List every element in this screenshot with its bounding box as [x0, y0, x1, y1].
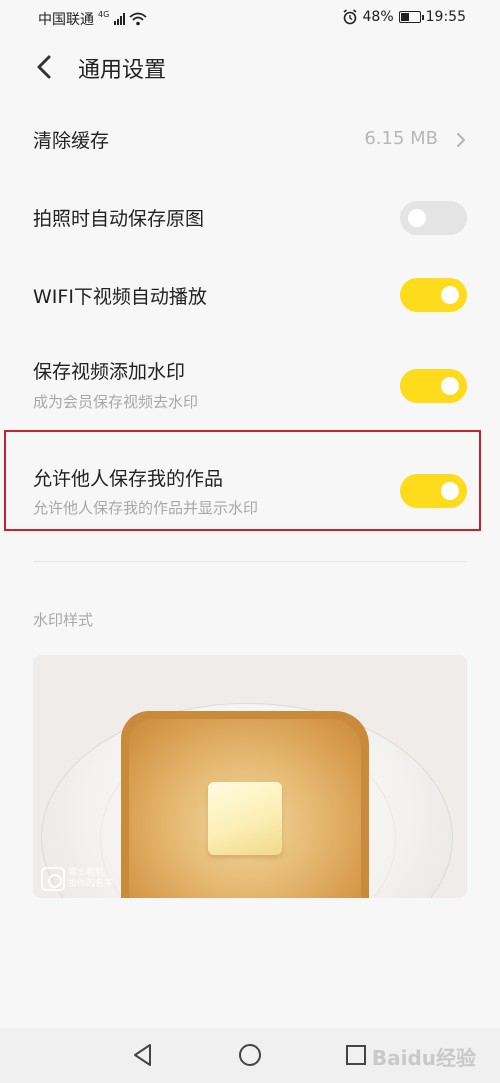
wifi-autoplay-row: WIFI下视频自动播放	[0, 274, 500, 318]
wifi-autoplay-label: WIFI下视频自动播放	[33, 286, 207, 308]
allow-save-sublabel: 允许他人保存我的作品并显示水印	[33, 499, 259, 517]
auto-save-original-toggle[interactable]	[400, 201, 467, 235]
watermark-section-title: 水印样式	[33, 611, 94, 629]
cache-size-value: 6.15 MB	[364, 128, 438, 149]
video-watermark-label: 保存视频添加水印	[33, 361, 186, 383]
alarm-icon	[343, 9, 357, 25]
battery-fill	[400, 13, 409, 21]
chevron-left-icon[interactable]	[32, 54, 58, 80]
auto-save-original-label: 拍照时自动保存原图	[33, 208, 205, 230]
battery-percent: 48%	[362, 9, 394, 25]
camera-logo-icon	[41, 867, 65, 891]
clock: 19:55	[425, 9, 466, 25]
battery-icon	[398, 11, 424, 23]
circle-home-icon[interactable]	[237, 1042, 263, 1068]
status-right: 48% 19:55	[342, 9, 466, 25]
site-watermark: Baidu经验	[371, 1046, 476, 1070]
system-nav-bar: Baidu经验	[0, 1028, 500, 1083]
auto-save-original-row: 拍照时自动保存原图	[0, 196, 500, 240]
video-watermark-sublabel: 成为会员保存视频去水印	[33, 393, 199, 411]
allow-save-toggle[interactable]	[400, 474, 467, 508]
video-watermark-toggle[interactable]	[400, 369, 467, 403]
clear-cache-row[interactable]: 清除缓存 6.15 MB	[0, 118, 500, 162]
triangle-back-icon[interactable]	[130, 1042, 156, 1068]
signal-icon	[114, 13, 126, 25]
watermark-caption-line1: 富士相机	[68, 868, 105, 878]
butter-graphic	[208, 782, 282, 855]
watermark-caption-line2: 拍你的名字	[68, 879, 114, 889]
toggle-knob	[441, 482, 459, 500]
allow-save-label: 允许他人保存我的作品	[33, 468, 224, 490]
square-recent-icon[interactable]	[343, 1042, 369, 1068]
watermark-preview-image: 富士相机 拍你的名字	[33, 655, 467, 898]
status-left: 中国联通 4G	[38, 9, 147, 29]
toggle-knob	[441, 377, 459, 395]
carrier-label: 中国联通	[38, 12, 94, 28]
toggle-knob	[408, 209, 426, 227]
clear-cache-label: 清除缓存	[33, 130, 110, 152]
page-title: 通用设置	[78, 58, 167, 83]
network-type: 4G	[98, 10, 110, 19]
chevron-right-icon	[457, 133, 466, 147]
wifi-autoplay-toggle[interactable]	[400, 278, 467, 312]
divider	[33, 561, 467, 562]
status-bar: 中国联通 4G 48% 19:55	[0, 0, 500, 34]
video-watermark-row: 保存视频添加水印 成为会员保存视频去水印	[0, 355, 500, 419]
allow-save-row: 允许他人保存我的作品 允许他人保存我的作品并显示水印	[0, 462, 500, 526]
header: 通用设置	[0, 44, 500, 90]
wifi-icon	[129, 12, 147, 26]
watermark-caption: 富士相机 拍你的名字	[68, 868, 113, 890]
toggle-knob	[441, 286, 459, 304]
